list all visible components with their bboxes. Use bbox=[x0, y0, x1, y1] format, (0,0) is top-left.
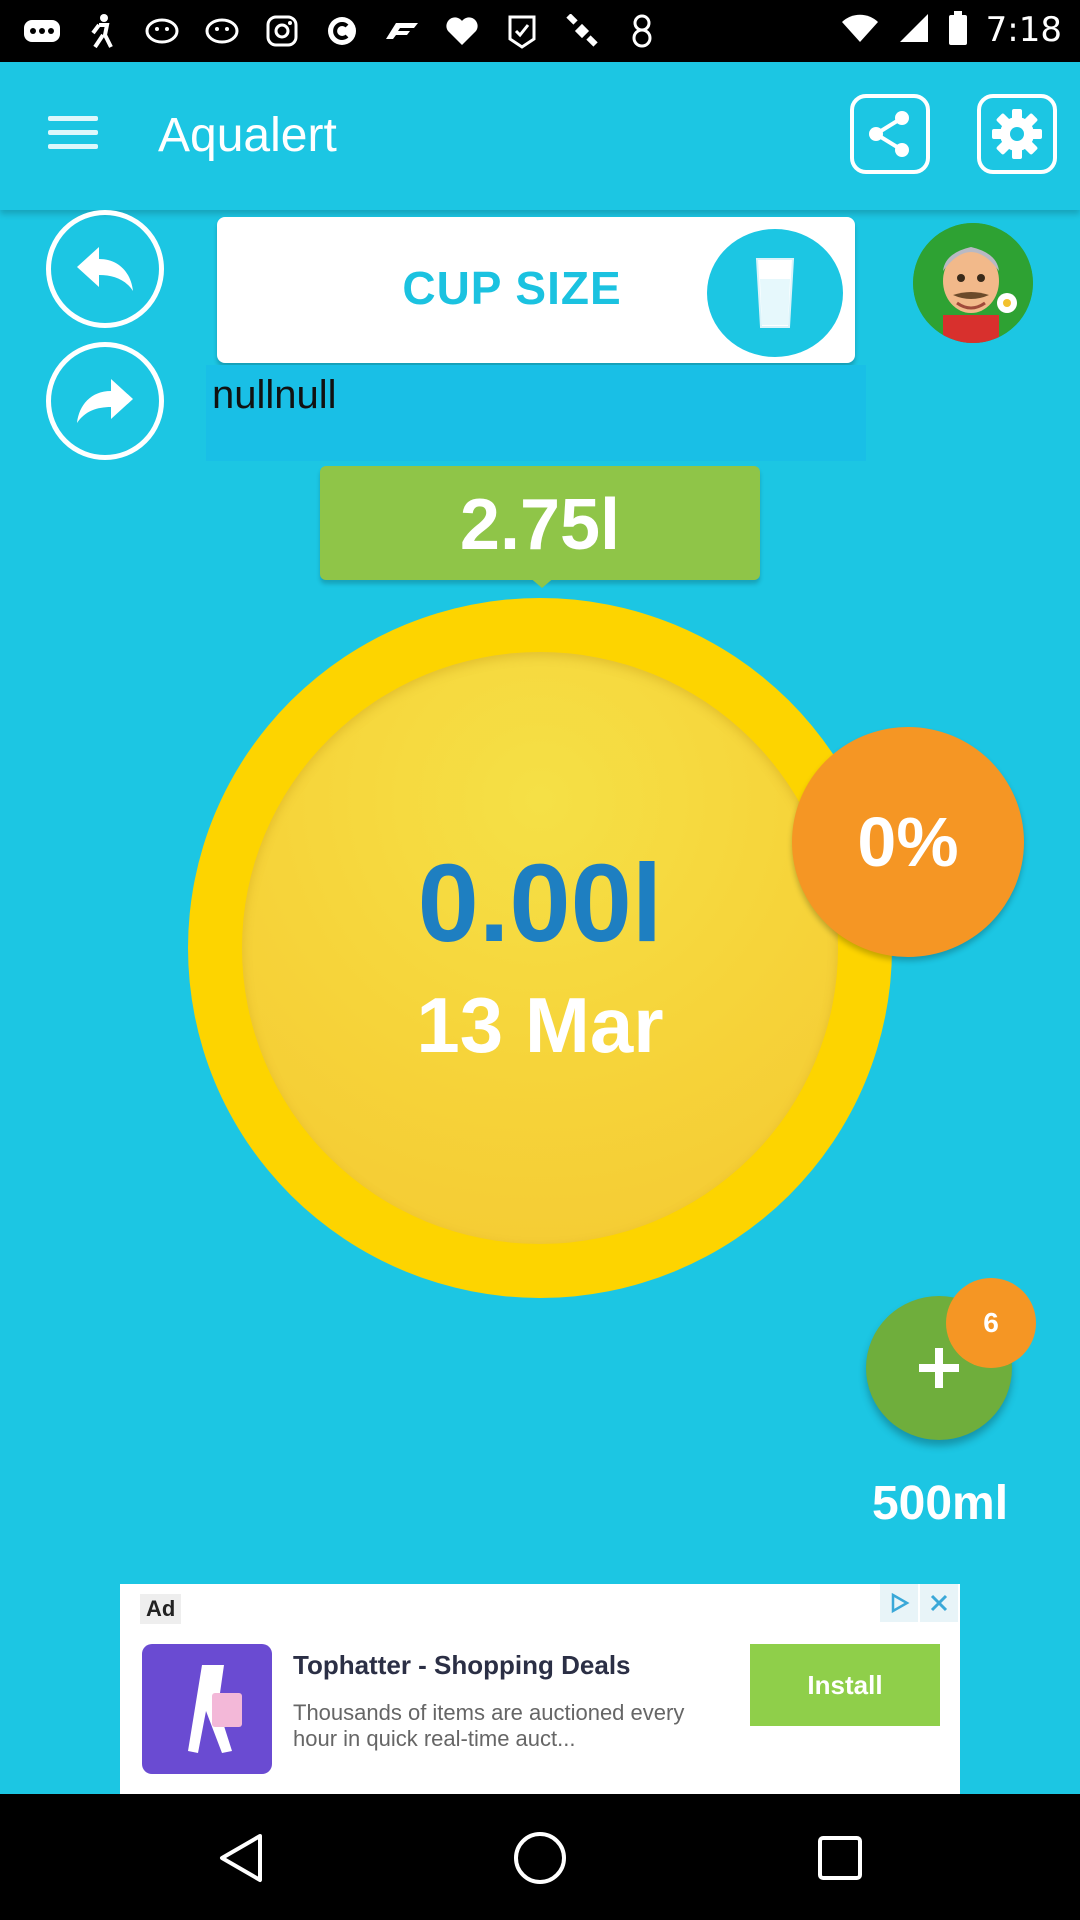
pig-icon bbox=[202, 12, 242, 50]
figure-8-icon bbox=[622, 12, 662, 50]
menu-icon[interactable] bbox=[48, 116, 98, 156]
gear-icon bbox=[992, 109, 1042, 159]
current-date: 13 Mar bbox=[416, 981, 664, 1069]
ad-description: Thousands of items are auctioned every h… bbox=[293, 1700, 685, 1751]
status-bar: 7:18 bbox=[0, 0, 1080, 62]
app-title: Aqualert bbox=[158, 109, 337, 162]
battery-icon bbox=[948, 10, 968, 50]
redo-icon bbox=[77, 379, 133, 423]
app-bar: Aqualert bbox=[0, 62, 1080, 210]
cup-size-button[interactable]: CUP SIZE bbox=[217, 217, 855, 363]
consumed-amount: 0.00l bbox=[417, 842, 663, 965]
navigation-bar bbox=[0, 1794, 1080, 1920]
recents-nav-icon[interactable] bbox=[812, 1830, 868, 1886]
percent-badge: 0% bbox=[792, 727, 1024, 957]
redo-button[interactable] bbox=[46, 342, 164, 460]
share-button[interactable] bbox=[850, 94, 930, 174]
pig-icon bbox=[142, 12, 182, 50]
f1-icon bbox=[382, 12, 422, 50]
undo-icon bbox=[77, 247, 133, 291]
wifi-icon bbox=[840, 12, 880, 49]
satellite-icon bbox=[562, 12, 602, 50]
ad-title: Tophatter - Shopping Deals bbox=[293, 1650, 631, 1680]
goal-pointer bbox=[528, 576, 556, 588]
back-nav-icon[interactable] bbox=[212, 1830, 268, 1886]
walk-icon bbox=[82, 12, 122, 50]
more-icon bbox=[22, 12, 62, 50]
avatar[interactable] bbox=[913, 223, 1033, 343]
user-name-row: nullnull bbox=[206, 365, 866, 461]
glass-icon bbox=[707, 229, 843, 357]
instagram-icon bbox=[262, 12, 302, 50]
plus-icon bbox=[919, 1348, 959, 1388]
daily-goal-badge[interactable]: 2.75l bbox=[320, 466, 760, 580]
fake-gps-icon bbox=[502, 12, 542, 50]
signal-icon bbox=[898, 12, 930, 49]
cup-amount: 500ml bbox=[871, 1477, 1009, 1530]
ad-banner[interactable]: Ad Tophatter - Shopping Deals Thousands … bbox=[120, 1584, 960, 1794]
drink-count-badge: 6 bbox=[946, 1278, 1036, 1368]
clock: 7:18 bbox=[985, 10, 1062, 50]
user-name: nullnull bbox=[212, 373, 337, 417]
notification-icons bbox=[22, 12, 662, 50]
ad-install-button[interactable]: Install bbox=[750, 1644, 940, 1726]
undo-button[interactable] bbox=[46, 210, 164, 328]
ad-app-icon bbox=[142, 1644, 272, 1774]
settings-button[interactable] bbox=[977, 94, 1057, 174]
share-icon bbox=[869, 111, 909, 157]
heart-icon bbox=[442, 12, 482, 50]
ad-close-icon[interactable] bbox=[920, 1584, 958, 1622]
ad-choices-icon[interactable] bbox=[880, 1584, 918, 1622]
daily-goal-value: 2.75l bbox=[459, 485, 621, 565]
ad-label: Ad bbox=[140, 1594, 182, 1624]
c-icon bbox=[322, 12, 362, 50]
home-nav-icon[interactable] bbox=[512, 1830, 568, 1886]
percent-value: 0% bbox=[857, 803, 959, 881]
system-indicators: 7:18 bbox=[840, 10, 1062, 50]
